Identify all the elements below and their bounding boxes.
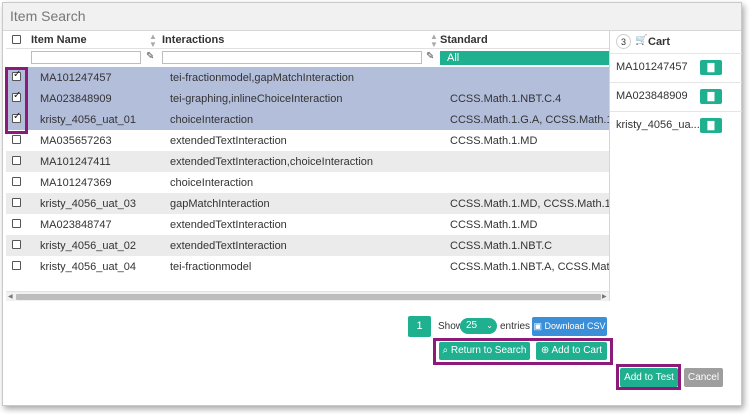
interactions-filter-input[interactable]	[162, 51, 422, 64]
trash-icon: ▇	[707, 62, 715, 72]
item-name-cell: kristy_4056_uat_02	[40, 240, 137, 252]
table-row[interactable]: MA023848747 extendedTextInteraction CCSS.M…	[6, 214, 609, 235]
action-buttons-highlight	[433, 338, 613, 365]
table-row[interactable]: kristy_4056_uat_03 gapMatchInteraction CCS…	[6, 193, 609, 214]
table-row[interactable]: kristy_4056_uat_02 extendedTextInteractio…	[6, 235, 609, 256]
standard-cell: CCSS.Math.1.MD, CCSS.Math.1.OA	[450, 198, 609, 210]
table-row[interactable]: MA035657263 extendedTextInteraction CCSS.M…	[6, 130, 609, 151]
checkbox-highlight	[5, 67, 28, 134]
cart-panel: 3 🛒 Cart MA101247457 ▇ MA023848909 ▇ kri…	[609, 31, 742, 301]
item-name-cell: kristy_4056_uat_03	[40, 198, 137, 210]
item-name-cell: kristy_4056_uat_04	[40, 261, 137, 273]
table-icon: ▣	[533, 321, 545, 331]
item-name-cell: MA035657263	[40, 135, 112, 147]
column-header-interactions[interactable]: Interactions	[162, 34, 224, 46]
table-row[interactable]: ✓ MA023848909 tei-graphing,inlineChoiceInt…	[6, 88, 609, 109]
row-checkbox[interactable]	[12, 177, 21, 186]
standard-cell: CCSS.Math.1.NBT.C	[450, 240, 553, 252]
interactions-cell: tei-fractionmodel,gapMatchInteraction	[170, 72, 355, 84]
cart-title: Cart	[648, 36, 671, 48]
item-name-cell: kristy_4056_uat_01	[40, 114, 137, 126]
item-name-cell: MA023848747	[40, 219, 112, 231]
row-checkbox[interactable]	[12, 219, 21, 228]
download-csv-button[interactable]: ▣ Download CSV	[532, 317, 607, 336]
download-csv-label: Download CSV	[544, 321, 606, 331]
interactions-cell: tei-graphing,inlineChoiceInteraction	[170, 93, 343, 105]
page-button[interactable]: 1	[408, 316, 431, 337]
add-to-test-highlight	[616, 364, 681, 390]
table-row[interactable]: kristy_4056_uat_04 tei-fractionmodel CCSS.…	[6, 256, 609, 277]
dialog-title: Item Search	[10, 8, 86, 24]
item-name-cell: MA101247369	[40, 177, 112, 189]
interactions-cell: gapMatchInteraction	[170, 198, 270, 210]
table-row[interactable]: MA101247411 extendedTextInteraction,choic…	[6, 151, 609, 172]
title-bar: Item Search	[3, 3, 741, 31]
row-checkbox[interactable]	[12, 261, 21, 270]
item-name-cell: MA101247411	[40, 156, 111, 168]
entries-label: entries	[500, 321, 531, 332]
sort-icon[interactable]: ▲ ▼	[149, 33, 157, 49]
row-checkbox[interactable]	[12, 240, 21, 249]
sort-icon[interactable]: ▲ ▼	[430, 33, 438, 49]
interactions-cell: choiceInteraction	[170, 177, 254, 189]
standard-cell: CCSS.Math.1.NBT.A, CCSS.Math.1.NBT	[450, 261, 609, 273]
item-name-cell: MA023848909	[40, 93, 112, 105]
results-table: Item Name ▲ ▼ Interactions ▲ ▼ Standard ✎ …	[6, 31, 609, 301]
item-search-dialog: Item Search Item Name ▲ ▼ Interactions ▲ ▼…	[2, 2, 742, 406]
remove-from-cart-button[interactable]: ▇	[700, 89, 722, 104]
cart-item: MA023848909 ▇	[610, 82, 742, 110]
standard-cell: CCSS.Math.1.NBT.C.4	[450, 93, 562, 105]
item-name-filter-input[interactable]	[31, 51, 141, 64]
remove-from-cart-button[interactable]: ▇	[700, 60, 722, 75]
cart-item-label: MA023848909	[616, 90, 688, 102]
scroll-left-arrow-icon[interactable]: ◀	[8, 292, 13, 302]
interactions-cell: extendedTextInteraction	[170, 219, 287, 231]
standard-cell: CCSS.Math.1.MD	[450, 135, 538, 147]
table-header: Item Name ▲ ▼ Interactions ▲ ▼ Standard	[6, 31, 609, 49]
cart-icon: 🛒	[635, 35, 648, 46]
interactions-cell: tei-fractionmodel	[170, 261, 252, 273]
page-size-select[interactable]: 25 ⌄	[460, 318, 497, 334]
eraser-icon[interactable]: ✎	[146, 51, 154, 62]
interactions-cell: choiceInteraction	[170, 114, 254, 126]
cart-item-label: MA101247457	[616, 61, 688, 73]
table-row[interactable]: ✓ kristy_4056_uat_01 choiceInteraction CCSS…	[6, 109, 609, 130]
standard-cell: CCSS.Math.1.MD	[450, 219, 538, 231]
interactions-cell: extendedTextInteraction,choiceInteractio…	[170, 156, 374, 168]
trash-icon: ▇	[707, 120, 715, 130]
select-all-checkbox[interactable]	[12, 35, 21, 44]
chevron-down-icon: ⌄	[486, 321, 493, 330]
standard-filter-select[interactable]: All	[440, 51, 609, 65]
eraser-icon[interactable]: ✎	[426, 51, 434, 62]
scrollbar-thumb[interactable]	[16, 294, 601, 300]
cart-item: MA101247457 ▇	[610, 53, 742, 81]
remove-from-cart-button[interactable]: ▇	[700, 118, 722, 133]
column-header-item-name[interactable]: Item Name	[31, 34, 87, 46]
standard-cell: CCSS.Math.1.G.A, CCSS.Math.1.MD	[450, 114, 609, 126]
cart-count-badge: 3	[616, 34, 631, 49]
column-header-standard[interactable]: Standard	[440, 34, 488, 46]
interactions-cell: extendedTextInteraction	[170, 135, 287, 147]
row-checkbox[interactable]	[12, 156, 21, 165]
cart-header: 3 🛒 Cart	[610, 31, 742, 53]
scroll-right-arrow-icon[interactable]: ▶	[602, 292, 607, 302]
filter-row: ✎ ✎ All	[6, 49, 609, 66]
table-row[interactable]: MA101247369 choiceInteraction	[6, 172, 609, 193]
cart-item-label: kristy_4056_ua...	[616, 119, 700, 131]
cancel-button[interactable]: Cancel	[684, 368, 723, 387]
page-size-value: 25	[466, 320, 478, 331]
trash-icon: ▇	[707, 91, 715, 101]
item-name-cell: MA101247457	[40, 72, 112, 84]
table-row[interactable]: ✓ MA101247457 tei-fractionmodel,gapMatchIn…	[6, 67, 609, 88]
cart-item: kristy_4056_ua... ▇	[610, 111, 742, 139]
interactions-cell: extendedTextInteraction	[170, 240, 287, 252]
horizontal-scrollbar[interactable]: ◀ ▶	[6, 291, 609, 301]
row-checkbox[interactable]	[12, 135, 21, 144]
row-checkbox[interactable]	[12, 198, 21, 207]
